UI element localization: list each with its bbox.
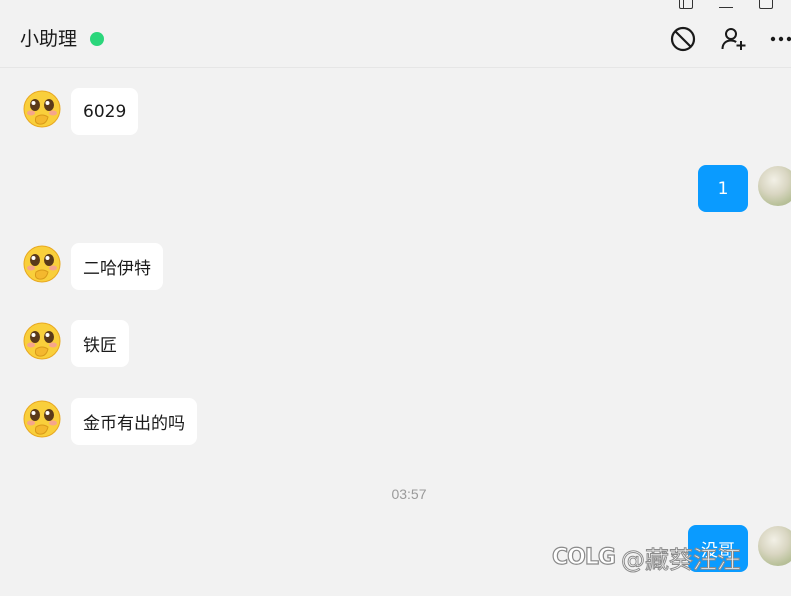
message-bubble[interactable]: 1 bbox=[698, 165, 748, 212]
block-icon bbox=[670, 26, 696, 52]
online-status-dot bbox=[90, 32, 104, 46]
message-bubble[interactable]: 二哈伊特 bbox=[71, 243, 163, 290]
more-icon bbox=[770, 36, 791, 42]
message-bubble[interactable]: 6029 bbox=[71, 88, 139, 135]
chat-header: 小助理 bbox=[0, 0, 791, 68]
block-button[interactable] bbox=[669, 25, 697, 53]
message-bubble[interactable]: 金币有出的吗 bbox=[71, 398, 197, 445]
user-avatar[interactable] bbox=[758, 526, 791, 566]
add-user-icon bbox=[721, 28, 746, 50]
user-avatar[interactable] bbox=[758, 166, 791, 206]
add-user-button[interactable] bbox=[720, 25, 748, 53]
pleading-face-avatar[interactable] bbox=[22, 244, 62, 284]
more-button[interactable] bbox=[766, 25, 791, 53]
pleading-face-avatar[interactable] bbox=[22, 399, 62, 439]
watermark-logo: COLG bbox=[551, 544, 616, 570]
message-timestamp: 03:57 bbox=[391, 486, 427, 502]
pleading-face-avatar[interactable] bbox=[22, 321, 62, 361]
chat-title: 小助理 bbox=[20, 28, 78, 50]
message-bubble[interactable]: 没哥 bbox=[688, 525, 748, 572]
message-bubble[interactable]: 铁匠 bbox=[71, 320, 129, 367]
pleading-face-avatar[interactable] bbox=[22, 89, 62, 129]
